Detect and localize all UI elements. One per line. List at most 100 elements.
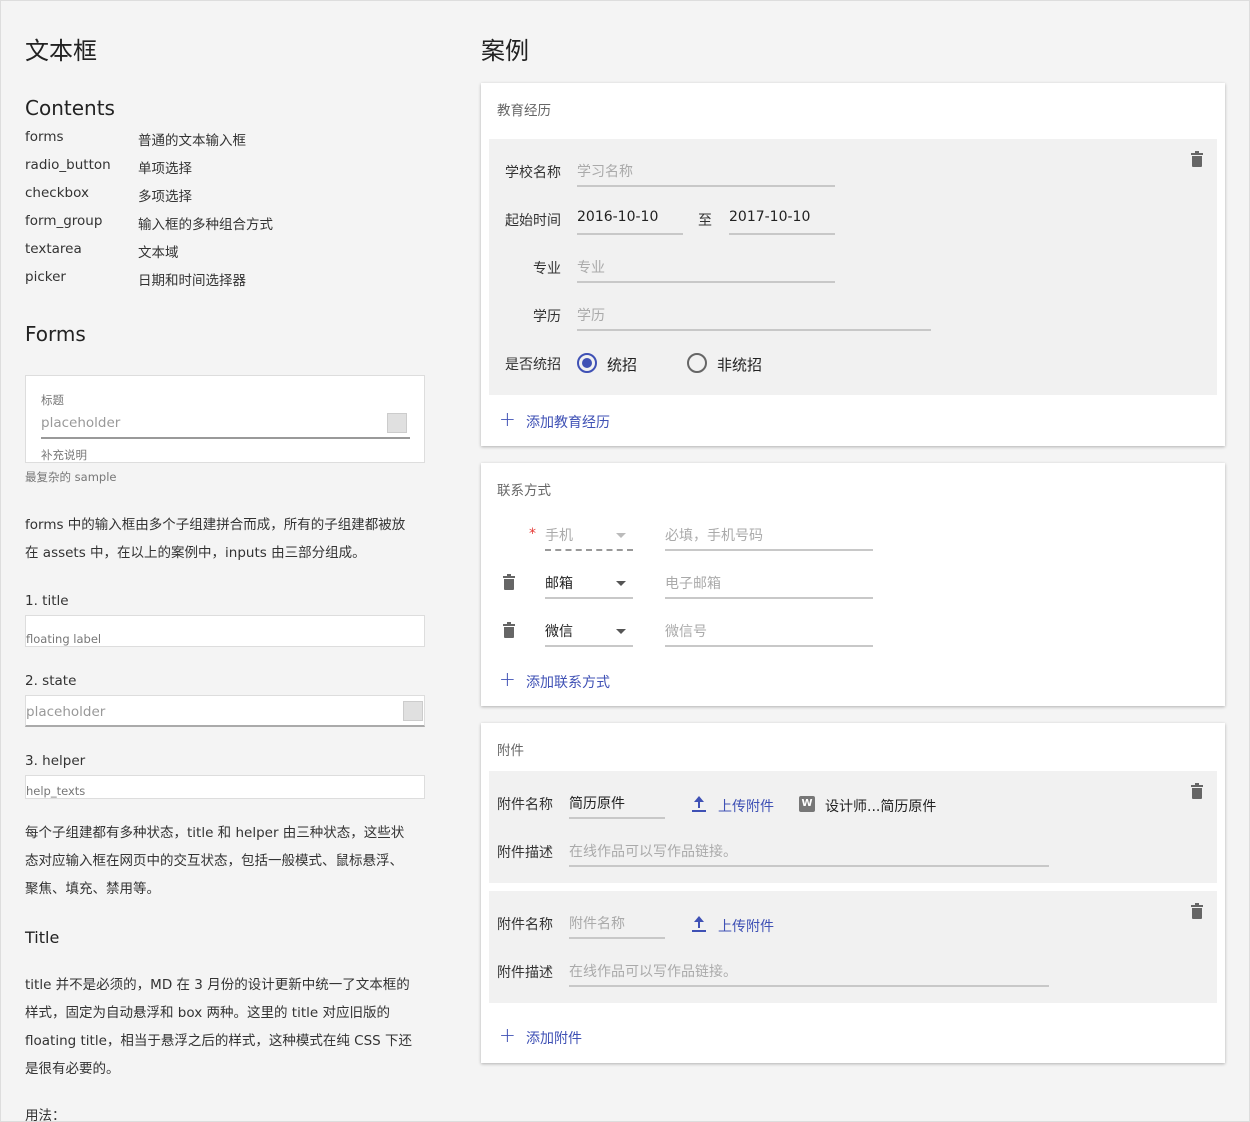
usage-label: 用法： <box>25 1108 66 1122</box>
school-input[interactable]: 学习名称 <box>577 155 835 187</box>
sample-caption: 最复杂的 sample <box>25 470 117 484</box>
chevron-down-icon <box>616 533 626 538</box>
title-para-line-2: 样式，固定为自动悬浮和 box 两种。这里的 title 对应旧版的 <box>25 1005 390 1021</box>
title-demo-field[interactable]: floating label <box>25 615 425 647</box>
add-icon[interactable]: + <box>499 1023 516 1047</box>
attachment-name-input[interactable]: 附件名称 <box>569 907 665 939</box>
attachment-name-label: 附件名称 <box>497 797 553 813</box>
state-demo-field[interactable]: placeholder <box>25 695 425 727</box>
upload-icon[interactable] <box>692 796 706 812</box>
recruit-label: 是否统招 <box>505 357 561 373</box>
attached-file-name[interactable]: 设计师...简历原件 <box>825 796 936 816</box>
degree-input[interactable]: 学历 <box>577 299 931 331</box>
start-time-label: 起始时间 <box>505 213 561 229</box>
state-indicator-icon <box>403 701 423 721</box>
add-icon[interactable]: + <box>499 667 516 691</box>
word-file-icon: W <box>799 796 815 812</box>
major-input[interactable]: 专业 <box>577 251 835 283</box>
examples-title: 案例 <box>481 37 529 65</box>
education-entry: 学校名称 学习名称 起始时间 2016-10-10 至 2017-10-10 专… <box>489 139 1217 395</box>
contact-card: 联系方式 * 手机 必填，手机号码 邮箱 电子邮箱 微信 微信号 + 添加联系方… <box>481 463 1225 706</box>
toc-desc-forms: 普通的文本输入框 <box>138 133 246 149</box>
to-label: 至 <box>698 213 712 229</box>
state-placeholder: placeholder <box>26 704 106 720</box>
states-line-3: 聚焦、填充、禁用等。 <box>25 881 160 897</box>
toc-key-radio-button[interactable]: radio_button <box>25 157 111 173</box>
add-icon[interactable]: + <box>499 407 516 431</box>
major-label: 专业 <box>533 261 561 277</box>
sample-input-label: 标题 <box>41 393 64 407</box>
contact-card-title: 联系方式 <box>497 483 551 499</box>
attachment-card-title: 附件 <box>497 743 524 759</box>
attachment-desc-label: 附件描述 <box>497 845 553 861</box>
delete-attachment-icon[interactable] <box>1191 783 1203 799</box>
toc-key-checkbox[interactable]: checkbox <box>25 185 89 201</box>
intro-line-2: 在 assets 中，在以上的案例中，inputs 由三部分组成。 <box>25 545 366 561</box>
chevron-down-icon <box>616 581 626 586</box>
delete-attachment-icon[interactable] <box>1191 903 1203 919</box>
state-indicator-icon <box>387 413 407 433</box>
item-title: 1. title <box>25 593 69 609</box>
attachment-desc-label: 附件描述 <box>497 965 553 981</box>
helper-text: help_texts <box>26 784 86 798</box>
toc-key-textarea[interactable]: textarea <box>25 241 82 257</box>
states-line-2: 态对应输入框在网页中的交互状态，包括一般模式、鼠标悬浮、 <box>25 853 403 869</box>
radio-recruit-yes-label: 统招 <box>607 356 638 374</box>
add-education-button[interactable]: 添加教育经历 <box>526 412 610 432</box>
attachment-card: 附件 附件名称 简历原件 上传附件 W 设计师...简历原件 附件描述 在线作品… <box>481 723 1225 1063</box>
title-section-heading: Title <box>25 928 60 947</box>
attachment-entry: 附件名称 附件名称 上传附件 附件描述 在线作品可以写作品链接。 <box>489 891 1217 1003</box>
end-date-input[interactable]: 2017-10-10 <box>729 203 835 235</box>
school-label: 学校名称 <box>505 165 561 181</box>
states-line-1: 每个子组建都有多种状态，title 和 helper 由三种状态，这些状 <box>25 825 405 841</box>
page-title: 文本框 <box>25 37 97 65</box>
sample-input-helper: 补充说明 <box>41 448 87 462</box>
title-para-line-4: 是很有必要的。 <box>25 1061 120 1077</box>
upload-button[interactable]: 上传附件 <box>718 796 774 816</box>
toc-desc-picker: 日期和时间选择器 <box>138 273 246 289</box>
intro-line-1: forms 中的输入框由多个子组建拼合而成，所有的子组建都被放 <box>25 517 406 533</box>
sample-input-box: 标题 placeholder 补充说明 <box>25 375 425 463</box>
phone-input[interactable]: 必填，手机号码 <box>665 519 873 551</box>
contents-heading: Contents <box>25 96 115 120</box>
floating-label: floating label <box>26 632 102 646</box>
delete-entry-icon[interactable] <box>1191 151 1203 167</box>
education-card: 教育经历 学校名称 学习名称 起始时间 2016-10-10 至 2017-10… <box>481 83 1225 446</box>
start-date-input[interactable]: 2016-10-10 <box>577 203 683 235</box>
radio-recruit-no-label: 非统招 <box>717 356 763 374</box>
delete-contact-icon[interactable] <box>503 574 515 590</box>
toc-key-picker[interactable]: picker <box>25 269 66 285</box>
attachment-entry: 附件名称 简历原件 上传附件 W 设计师...简历原件 附件描述 在线作品可以写… <box>489 771 1217 883</box>
toc-desc-checkbox: 多项选择 <box>138 189 192 205</box>
upload-icon[interactable] <box>692 916 706 932</box>
item-helper: 3. helper <box>25 753 86 769</box>
helper-demo-field[interactable]: help_texts <box>25 775 425 799</box>
radio-recruit-yes[interactable] <box>577 353 597 373</box>
sample-input-underline <box>41 437 410 439</box>
toc-key-form-group[interactable]: form_group <box>25 213 102 229</box>
chevron-down-icon <box>616 629 626 634</box>
toc-desc-textarea: 文本域 <box>138 245 179 261</box>
toc-desc-radio-button: 单项选择 <box>138 161 192 177</box>
title-para-line-1: title 并不是必须的，MD 在 3 月份的设计更新中统一了文本框的 <box>25 977 410 993</box>
attachment-desc-input[interactable]: 在线作品可以写作品链接。 <box>569 955 1049 987</box>
toc-desc-form-group: 输入框的多种组合方式 <box>138 217 273 233</box>
required-mark: * <box>529 526 536 542</box>
attachment-desc-input[interactable]: 在线作品可以写作品链接。 <box>569 835 1049 867</box>
forms-heading: Forms <box>25 322 86 346</box>
delete-contact-icon[interactable] <box>503 622 515 638</box>
add-contact-button[interactable]: 添加联系方式 <box>526 672 610 692</box>
attachment-name-label: 附件名称 <box>497 917 553 933</box>
email-input[interactable]: 电子邮箱 <box>665 567 873 599</box>
attachment-name-input[interactable]: 简历原件 <box>569 787 665 819</box>
upload-button[interactable]: 上传附件 <box>718 916 774 936</box>
degree-label: 学历 <box>533 309 561 325</box>
add-attachment-button[interactable]: 添加附件 <box>526 1028 582 1048</box>
radio-recruit-no[interactable] <box>687 353 707 373</box>
title-para-line-3: floating title，相当于悬浮之后的样式，这种模式在纯 CSS 下还 <box>25 1033 413 1049</box>
toc-key-forms[interactable]: forms <box>25 129 64 145</box>
wechat-input[interactable]: 微信号 <box>665 615 873 647</box>
sample-input-field[interactable]: placeholder <box>41 415 120 431</box>
education-card-title: 教育经历 <box>497 103 551 119</box>
item-state: 2. state <box>25 673 77 689</box>
